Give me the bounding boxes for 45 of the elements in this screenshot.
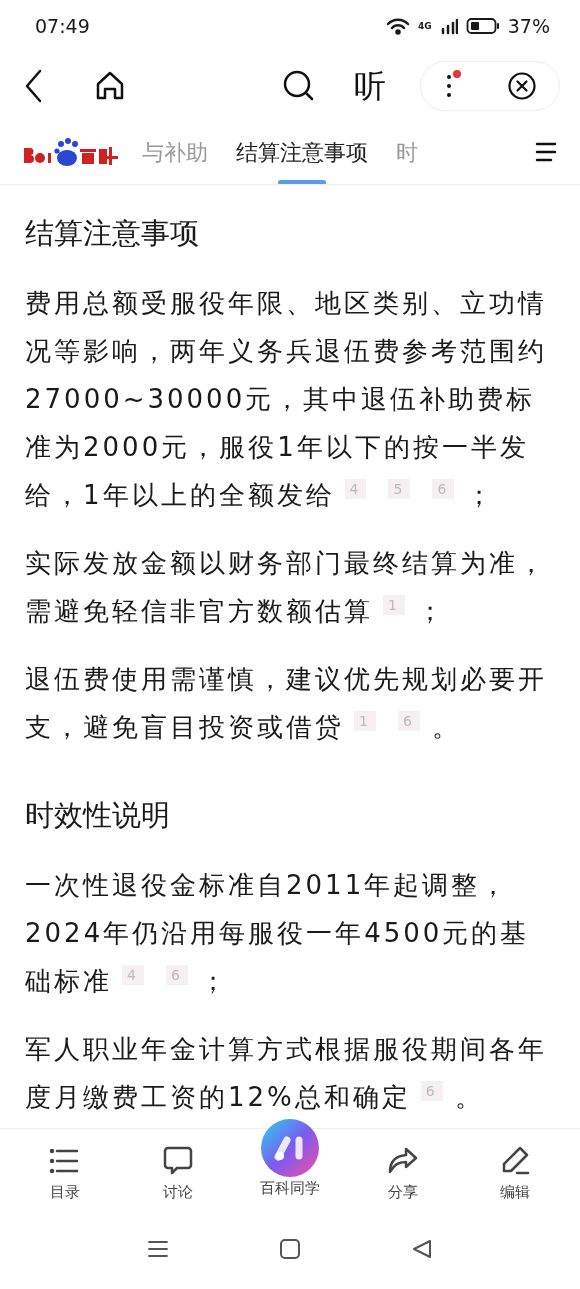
citation-link[interactable]: 4: [344, 479, 367, 499]
network-type: 4G: [418, 21, 432, 31]
citation-link[interactable]: 6: [420, 1081, 443, 1101]
home-nav-button[interactable]: [279, 1238, 301, 1260]
citation-link[interactable]: 6: [165, 965, 188, 985]
nav-item[interactable]: 分享: [357, 1137, 448, 1204]
menu-icon: [534, 141, 558, 163]
paragraph: 军人职业年金计算方式根据服役期间各年度月缴费工资的12%总和确定 6 。: [25, 1033, 548, 1114]
assistant-logo-icon: [261, 1119, 319, 1178]
clock-time: 07:49: [35, 13, 90, 39]
menu-icon: [147, 1239, 169, 1259]
section-tab[interactable]: 与补助: [128, 120, 222, 184]
nav-item[interactable]: 讨论: [132, 1137, 223, 1204]
search-icon: [282, 69, 316, 103]
battery-icon: [465, 17, 500, 35]
close-button[interactable]: [506, 71, 537, 101]
section-tab[interactable]: 结算注意事项: [222, 120, 382, 184]
paragraph: 退伍费使用需谨慎，建议优先规划必要开支，避免盲目投资或借贷 1 6 。: [25, 663, 548, 744]
home-button[interactable]: [94, 70, 126, 102]
triangle-icon: [411, 1238, 433, 1260]
section-heading: 结算注意事项: [25, 215, 200, 252]
citation-link[interactable]: 1: [383, 595, 405, 615]
paragraph: 费用总额受服役年限、地区类别、立功情况等影响，两年义务兵退伍费参考范围约27000~30000元，其中退伍补助费标准为2000元，服役1年以下的按一半发给，1年以上的全额发给 4 5 6 ；: [25, 287, 548, 512]
section-heading: 时效性说明: [25, 797, 171, 834]
paragraph: 一次性退役金标准自2011年起调整，2024年仍沿用每服役一年4500元的基础标准 4 6 ；: [25, 869, 531, 998]
citation-link[interactable]: 5: [388, 479, 411, 499]
nav-item[interactable]: 目录: [20, 1137, 110, 1204]
recent-apps-button[interactable]: [147, 1239, 169, 1259]
nav-item[interactable]: 编辑: [470, 1137, 560, 1204]
search-button[interactable]: [282, 69, 316, 103]
signal-icon: [439, 17, 458, 35]
citation-link[interactable]: 4: [122, 965, 144, 985]
section-tab[interactable]: 时: [382, 120, 432, 184]
citation-link[interactable]: 6: [397, 711, 420, 731]
citation-link[interactable]: 1: [354, 711, 376, 731]
home-icon: [94, 70, 126, 102]
wifi-icon: [386, 17, 411, 35]
citation-link[interactable]: 6: [432, 479, 455, 499]
nav-item[interactable]: 百科同学: [245, 1119, 335, 1200]
listen-button[interactable]: 听: [354, 62, 386, 110]
paragraph: 实际发放金额以财务部门最终结算为准，需避免轻信非官方数额估算 1 ；: [25, 547, 548, 628]
square-icon: [279, 1238, 301, 1260]
battery-percent: 37%: [507, 13, 550, 39]
close-icon: [506, 71, 537, 101]
back-nav-button[interactable]: [411, 1238, 433, 1260]
